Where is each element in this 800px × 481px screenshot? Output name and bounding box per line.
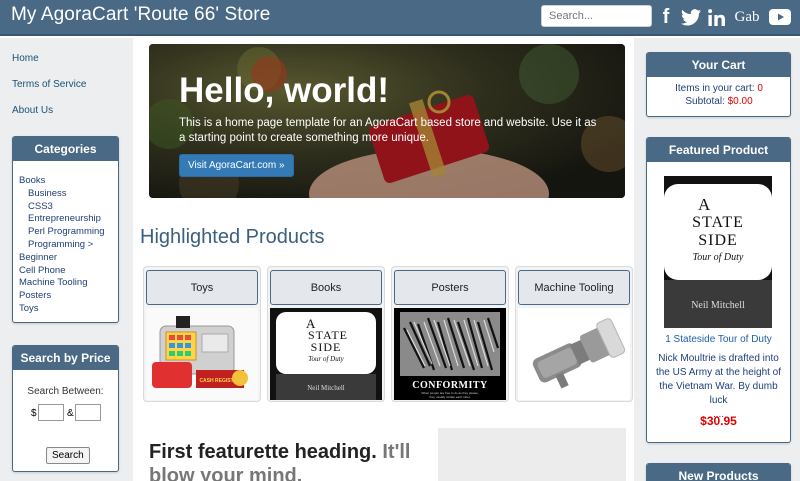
category-item[interactable]: Toys	[13, 303, 118, 316]
product-button-toys[interactable]: Toys	[146, 270, 258, 305]
nav-link-home[interactable]: Home	[12, 53, 39, 64]
cart-subtotal-value: $0.00	[727, 96, 753, 107]
left-sidebar: Home Terms of Service About Us Categorie…	[0, 38, 133, 481]
new-products-heading: New Products	[647, 464, 790, 481]
featured-product-price: $30.95	[700, 414, 737, 428]
poster-title: CONFORMITY	[412, 380, 488, 391]
cart-items-line: Items in your cart: 0	[647, 83, 790, 94]
cart-subtotal-label: Subtotal:	[685, 96, 725, 107]
categories-panel: Categories Books Business CSS3 Entrepreneur…	[12, 136, 119, 323]
right-sidebar: Your Cart Items in your cart: 0 Subtotal…	[634, 38, 800, 481]
category-item[interactable]: Posters	[13, 290, 118, 303]
product-card-machine-tooling: Machine Tooling	[515, 266, 633, 402]
featured-description-text: Nick Moultrie is drafted into the US Arm…	[655, 353, 782, 406]
nav-link-terms[interactable]: Terms of Service	[12, 79, 86, 90]
cart-items-label: Items in your cart:	[675, 83, 755, 94]
featured-product-description: Nick Moultrie is drafted into the US Arm…	[655, 352, 782, 422]
poster-caption-2: they usually imitate each other.	[429, 395, 470, 399]
category-item[interactable]: CSS3	[13, 201, 118, 214]
category-item[interactable]: Perl Programming	[13, 226, 118, 239]
new-products-panel: New Products	[646, 463, 791, 481]
twitter-icon[interactable]	[680, 5, 702, 29]
featured-product-heading: Featured Product	[647, 138, 790, 162]
book-cover-subtitle: Tour of Duty	[308, 355, 344, 363]
search-between-label: Search Between:	[27, 386, 104, 397]
category-item[interactable]: Machine Tooling	[13, 277, 118, 290]
book-cover-author: Neil Mitchell	[307, 384, 345, 392]
store-title[interactable]: My AgoraCart 'Route 66' Store	[11, 4, 270, 26]
categories-heading: Categories	[13, 137, 118, 161]
highlighted-products-heading: Highlighted Products	[140, 226, 325, 248]
featurette-heading-main: First featurette heading.	[149, 441, 377, 463]
price-min-input[interactable]	[38, 404, 64, 421]
price-max-input[interactable]	[75, 404, 101, 421]
facebook-icon[interactable]: f	[659, 5, 673, 29]
and-symbol: &	[67, 408, 74, 419]
hero-title: Hello, world!	[179, 71, 389, 110]
category-item[interactable]: Programming >	[13, 239, 118, 252]
featured-cover-subtitle: Tour of Duty	[693, 252, 744, 263]
cart-items-count: 0	[757, 83, 763, 94]
hero-description: This is a home page template for an Agor…	[179, 117, 597, 144]
price-search-button[interactable]: Search	[46, 447, 90, 464]
youtube-icon[interactable]	[768, 5, 792, 29]
cart-heading: Your Cart	[647, 53, 790, 77]
product-image-books[interactable]: A STATE SIDE Tour of Duty Neil Mitchell	[270, 308, 382, 400]
product-image-toys[interactable]: CASH REGISTER	[146, 308, 258, 400]
category-item[interactable]: Entrepreneurship	[13, 213, 118, 226]
price-search-heading: Search by Price	[13, 346, 118, 370]
featured-cover-author: Neil Mitchell	[691, 300, 745, 311]
featured-cover-side: SIDE	[698, 232, 738, 249]
nav-link-about[interactable]: About Us	[12, 105, 53, 116]
featured-cover-state: STATE	[692, 214, 744, 231]
product-card-posters: Posters CONFORMITY When people are free …	[391, 266, 509, 402]
product-button-posters[interactable]: Posters	[394, 270, 506, 305]
product-image-posters[interactable]: CONFORMITY When people are free to do as…	[394, 308, 506, 400]
category-item[interactable]: Beginner	[13, 252, 118, 265]
currency-symbol: $	[31, 408, 37, 419]
product-card-books: Books A STATE SIDE Tour of Duty Neil Mit…	[267, 266, 385, 402]
cart-panel: Your Cart Items in your cart: 0 Subtotal…	[646, 52, 791, 117]
book-cover-side: SIDE	[311, 340, 342, 354]
hero-banner: Hello, world! This is a home page templa…	[149, 44, 625, 198]
featurette-image-placeholder	[438, 428, 626, 481]
category-item[interactable]: Cell Phone	[13, 265, 118, 278]
cart-subtotal-line: Subtotal: $0.00	[647, 96, 790, 107]
product-button-books[interactable]: Books	[270, 270, 382, 305]
featured-product-link[interactable]: 1 Stateside Tour of Duty	[647, 334, 790, 345]
search-input[interactable]	[541, 5, 652, 27]
gab-icon[interactable]: Gab	[733, 5, 761, 29]
category-item[interactable]: Business	[13, 188, 118, 201]
categories-list: Books Business CSS3 Entrepreneurship Perl Pr…	[13, 161, 118, 316]
price-search-panel: Search by Price Search Between: $ & Sear…	[12, 345, 119, 472]
featured-cover-a: A	[698, 195, 711, 214]
featured-product-image[interactable]: A STATE SIDE Tour of Duty Neil Mitchell	[664, 176, 772, 328]
product-button-machine-tooling[interactable]: Machine Tooling	[518, 270, 630, 305]
visit-agoracart-button[interactable]: Visit AgoraCart.com »	[179, 154, 294, 177]
featurette-heading: First featurette heading. It'll blow you…	[149, 440, 419, 481]
top-navbar: My AgoraCart 'Route 66' Store f Gab	[0, 0, 800, 36]
featured-product-panel: Featured Product A STATE SIDE Tour of Du…	[646, 137, 791, 443]
product-card-toys: Toys CASH REGISTER	[143, 266, 261, 402]
category-item[interactable]: Books	[13, 175, 118, 188]
product-image-machine-tooling[interactable]	[518, 308, 630, 400]
linkedin-icon[interactable]	[706, 5, 726, 29]
